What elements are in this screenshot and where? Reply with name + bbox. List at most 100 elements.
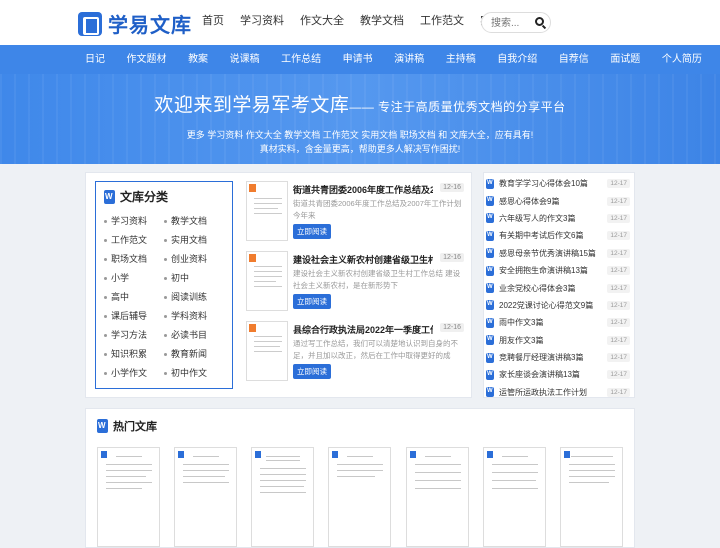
category-box: 文库分类 学习资料 教学文档 工作范文 实用文档 职场文档 创业资料 小学 初中… [95,181,233,389]
category-link[interactable]: 必读书目 [164,329,224,341]
nav-link-work[interactable]: 工作范文 [420,0,464,45]
category-title-text: 文库分类 [120,190,169,204]
category-link[interactable]: 职场文档 [104,253,164,265]
word-doc-icon [486,300,494,311]
cat-link-resume[interactable]: 个人简历 [662,45,702,74]
featured-date: 12-16 [440,183,464,192]
list-item[interactable]: 六年级写人的作文3篇12-17 [484,210,634,227]
word-badge-icon [486,451,493,458]
category-title: 文库分类 [104,188,224,205]
featured-date: 12-16 [440,253,464,262]
category-link[interactable]: 课后辅导 [104,310,164,322]
nav-link-study[interactable]: 学习资料 [240,0,284,45]
word-doc-icon [486,248,494,259]
hot-doc-thumbnail[interactable] [251,447,315,547]
list-item[interactable]: 有关期中考试后作文6篇12-17 [484,227,634,244]
search-icon[interactable] [535,17,544,26]
list-item[interactable]: 竞聘餐厅经理演讲稿3篇12-17 [484,349,634,366]
word-doc-icon [486,178,494,189]
word-doc-icon [104,189,115,204]
doc-thumbnail[interactable] [246,321,288,381]
read-now-button[interactable]: 立即阅读 [293,224,331,239]
category-link[interactable]: 工作范文 [104,234,164,246]
category-link[interactable]: 教学文档 [164,215,224,227]
category-link[interactable]: 小学 [104,272,164,284]
category-link[interactable]: 小学作文 [104,367,164,379]
word-doc-icon [486,369,494,380]
category-link[interactable]: 初中作文 [164,367,224,379]
site-logo[interactable]: 学易文库 [78,9,192,38]
word-badge-icon [409,451,416,458]
cat-link-diary[interactable]: 日记 [85,45,105,74]
cat-link-host-script[interactable]: 主持稿 [446,45,476,74]
search-box [481,12,551,33]
list-item[interactable]: 雨中作文3篇12-17 [484,314,634,331]
list-item[interactable]: 家长座谈会演讲稿13篇12-17 [484,366,634,383]
main-content: 文库分类 学习资料 教学文档 工作范文 实用文档 职场文档 创业资料 小学 初中… [85,172,635,548]
hot-doc-thumbnail[interactable] [174,447,238,547]
word-badge-icon [101,451,107,458]
cat-link-speech[interactable]: 演讲稿 [394,45,424,74]
banner-title: 欢迎来到学易军考文库 [154,95,350,116]
read-now-button[interactable]: 立即阅读 [293,294,331,309]
cat-link-self-intro[interactable]: 自我介绍 [497,45,537,74]
category-link[interactable]: 初中 [164,272,224,284]
logo-text: 学易文库 [108,15,192,37]
category-link[interactable]: 创业资料 [164,253,224,265]
cat-link-summary[interactable]: 工作总结 [281,45,321,74]
top-row: 文库分类 学习资料 教学文档 工作范文 实用文档 职场文档 创业资料 小学 初中… [85,172,635,398]
category-grid: 学习资料 教学文档 工作范文 实用文档 职场文档 创业资料 小学 初中 高中 阅… [104,215,224,379]
hot-doc-thumbnail[interactable] [482,447,546,547]
top-header: 学易文库 首页 学习资料 作文大全 教学文档 工作范文 实用文档 [0,0,720,45]
nav-link-teaching[interactable]: 教学文档 [360,0,404,45]
featured-desc: 建设社会主义新农村创建省级卫生村工作总结 建设社会主义新农村，是在新形势下 [293,269,461,290]
featured-title[interactable]: 县综合行政执法局2022年一季度工作总 [293,323,433,336]
category-link[interactable]: 学习方法 [104,329,164,341]
category-link[interactable]: 教育新闻 [164,348,224,360]
cat-link-cover-letter[interactable]: 自荐信 [559,45,589,74]
list-item[interactable]: 朋友作文3篇12-17 [484,332,634,349]
list-item[interactable]: 教育学学习心得体会10篇12-17 [484,175,634,192]
list-item[interactable]: 感恩母亲节优秀演讲稿15篇12-17 [484,245,634,262]
cat-link-lesson-plan[interactable]: 教案 [188,45,208,74]
read-now-button[interactable]: 立即阅读 [293,364,331,379]
category-link[interactable]: 阅读训练 [164,291,224,303]
list-item[interactable]: 感恩心得体会9篇12-17 [484,192,634,209]
word-doc-icon [486,196,494,207]
featured-doc[interactable]: 县综合行政执法局2022年一季度工作总 12-16 通过写工作总结，我们可以清楚… [246,321,464,387]
doc-thumbnail[interactable] [246,251,288,311]
banner-heading: 欢迎来到学易军考文库—— 专注于高质量优秀文档的分享平台 [0,74,720,117]
featured-doc[interactable]: 街道共青团委2006年度工作总结及2007 12-16 街道共青团委2006年度… [246,181,464,247]
word-doc-icon [486,317,494,328]
hot-doc-thumbnail[interactable] [559,447,623,547]
category-link[interactable]: 实用文档 [164,234,224,246]
hot-title-text: 热门文库 [113,421,157,433]
nav-link-essay[interactable]: 作文大全 [300,0,344,45]
featured-title[interactable]: 街道共青团委2006年度工作总结及2007 [293,183,433,196]
word-doc-icon [486,387,494,398]
category-link[interactable]: 学习资料 [104,215,164,227]
category-link[interactable]: 知识积累 [104,348,164,360]
word-badge-icon [249,184,256,192]
doc-thumbnail[interactable] [246,181,288,241]
featured-doc[interactable]: 建设社会主义新农村创建省级卫生村工 12-16 建设社会主义新农村创建省级卫生村… [246,251,464,317]
list-item[interactable]: 业余党校心得体会3篇12-17 [484,279,634,296]
list-item[interactable]: 运管所运政执法工作计划12-17 [484,384,634,401]
word-doc-icon [486,230,494,241]
featured-title[interactable]: 建设社会主义新农村创建省级卫生村工 [293,253,433,266]
category-link[interactable]: 高中 [104,291,164,303]
category-link[interactable]: 学科资料 [164,310,224,322]
hot-doc-thumbnail[interactable] [97,447,160,547]
nav-link-home[interactable]: 首页 [202,0,224,45]
featured-desc: 通过写工作总结，我们可以清楚地认识到自身的不足，并且加以改正，然后在工作中取得更… [293,339,458,360]
cat-link-essay-topic[interactable]: 作文题材 [127,45,167,74]
list-item[interactable]: 安全拥抱生命演讲稿13篇12-17 [484,262,634,279]
cat-link-lecture[interactable]: 说课稿 [230,45,260,74]
hot-docs-row [97,447,623,547]
hot-doc-thumbnail[interactable] [405,447,469,547]
cat-link-interview[interactable]: 面试题 [610,45,640,74]
list-item[interactable]: 2022党课讨论心得范文9篇12-17 [484,297,634,314]
hot-docs-card: 热门文库 [85,408,635,548]
hot-doc-thumbnail[interactable] [328,447,392,547]
cat-link-application[interactable]: 申请书 [343,45,373,74]
